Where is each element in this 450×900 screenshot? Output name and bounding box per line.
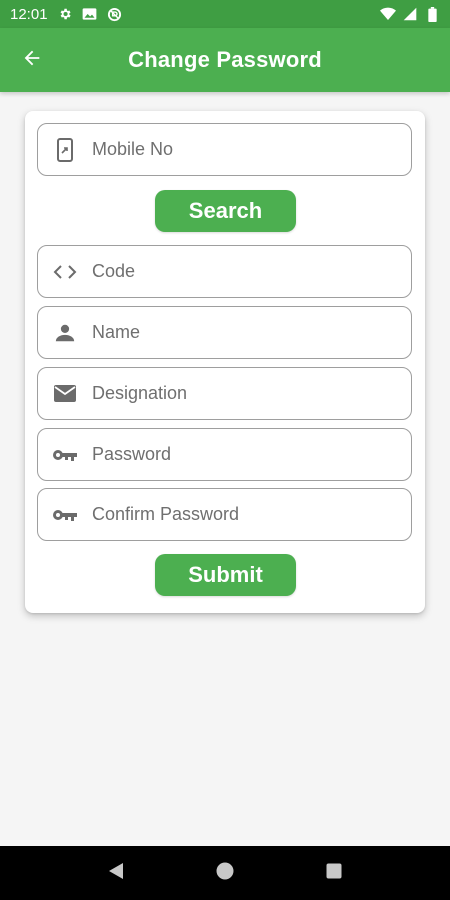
mobile-input[interactable] xyxy=(92,139,382,160)
home-circle-icon xyxy=(216,862,234,885)
recents-square-icon xyxy=(326,863,342,884)
wifi-icon xyxy=(380,6,396,22)
name-field[interactable] xyxy=(37,306,412,359)
back-triangle-icon xyxy=(108,862,124,885)
status-right xyxy=(380,6,440,22)
status-bar: 12:01 xyxy=(0,0,450,28)
system-nav-bar xyxy=(0,846,450,900)
image-icon xyxy=(82,6,98,22)
mobile-field[interactable] xyxy=(37,123,412,176)
cell-signal-icon xyxy=(402,6,418,22)
nav-back-button[interactable] xyxy=(96,853,136,893)
phone-icon xyxy=(52,137,78,163)
confirm-password-input[interactable] xyxy=(92,504,382,525)
app-bar: Change Password xyxy=(0,28,450,92)
key-icon xyxy=(52,442,78,468)
designation-input[interactable] xyxy=(92,383,382,404)
submit-button[interactable]: Submit xyxy=(155,554,296,596)
nav-recents-button[interactable] xyxy=(314,853,354,893)
nav-home-button[interactable] xyxy=(205,853,245,893)
status-left: 12:01 xyxy=(10,6,123,23)
battery-icon xyxy=(424,6,440,22)
key-icon xyxy=(52,502,78,528)
code-brackets-icon xyxy=(52,259,78,285)
person-icon xyxy=(52,320,78,346)
mail-icon xyxy=(52,381,78,407)
page-title: Change Password xyxy=(128,47,322,72)
gear-icon xyxy=(57,6,73,22)
code-field[interactable] xyxy=(37,245,412,298)
code-input[interactable] xyxy=(92,261,382,282)
do-not-disturb-icon xyxy=(107,6,123,22)
status-time: 12:01 xyxy=(10,5,48,23)
change-password-card: Search Submit xyxy=(25,111,425,613)
designation-field[interactable] xyxy=(37,367,412,420)
name-input[interactable] xyxy=(92,322,382,343)
password-input[interactable] xyxy=(92,444,382,465)
confirm-password-field[interactable] xyxy=(37,488,412,541)
search-button[interactable]: Search xyxy=(155,190,296,232)
password-field[interactable] xyxy=(37,428,412,481)
